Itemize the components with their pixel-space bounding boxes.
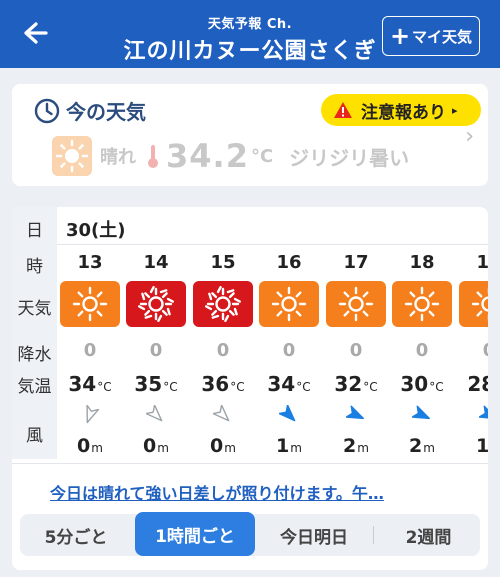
tab-interval[interactable]: 今日明日 <box>258 514 370 556</box>
current-weather-row: 晴れ 34.2 °C ジリジリ暑い <box>52 136 409 176</box>
hour-column: 14 0 35°C 0m <box>123 207 189 459</box>
current-weather-heading: 今の天気 <box>34 96 146 125</box>
hourly-forecast-card: 日 時 天気 降水 気温 風 30(土) 13 0 34°C 0m 14 0 35°C 0m 1… <box>12 207 488 570</box>
sun-icon <box>326 281 386 327</box>
sun-icon <box>459 281 488 327</box>
row-label-wind: 風 <box>26 426 43 446</box>
rain-value: 0 <box>415 340 429 361</box>
hour-label: 16 <box>276 252 302 273</box>
hour-column: 17 0 32°C 2m <box>323 207 389 459</box>
current-temperature-unit: °C <box>250 145 274 167</box>
row-label-column: 日 時 天気 降水 気温 風 <box>12 207 57 459</box>
current-temperature: 34.2 <box>166 137 249 175</box>
wind-speed-value: 2m <box>409 435 435 457</box>
forecast-summary-link[interactable]: 今日は晴れて強い日差しが照り付けます。午… <box>50 480 384 504</box>
wind-speed-value: 1m <box>276 435 302 457</box>
hour-label: 18 <box>409 252 435 273</box>
rain-value: 0 <box>149 340 163 361</box>
my-weather-label: マイ天気 <box>412 27 473 46</box>
sun-hot-icon <box>126 281 186 327</box>
temperature-value: 35°C <box>134 372 178 396</box>
wind-direction-icon <box>412 405 430 420</box>
alert-badge[interactable]: 注意報あり ▸ <box>321 94 481 126</box>
row-label-hour: 時 <box>26 257 43 277</box>
sun-icon <box>392 281 452 327</box>
wind-speed-value: 0m <box>210 435 236 457</box>
plus-icon: + <box>389 22 411 50</box>
wind-direction-icon <box>479 405 488 420</box>
hour-column: 19 0 28°C 1m <box>456 207 488 459</box>
rain-value: 0 <box>282 340 296 361</box>
thermometer-icon <box>148 145 158 168</box>
tab-interval[interactable]: 1時間ごと <box>135 512 255 556</box>
wind-direction-icon <box>146 405 163 422</box>
rain-value: 0 <box>83 340 97 361</box>
current-weather-title: 今の天気 <box>66 100 146 124</box>
wind-speed-value: 1m <box>476 435 488 457</box>
tab-separator <box>373 526 374 544</box>
current-sun-icon <box>52 136 92 176</box>
add-my-weather-button[interactable]: + マイ天気 <box>382 16 480 56</box>
row-label-temp: 気温 <box>17 377 52 397</box>
hour-column: 16 0 34°C 1m <box>256 207 322 459</box>
rain-value: 0 <box>349 340 363 361</box>
sun-icon <box>259 281 319 327</box>
wind-direction-icon <box>279 405 296 422</box>
temperature-value: 28°C <box>467 372 488 396</box>
row-label-rain: 降水 <box>17 345 52 365</box>
hour-column: 15 0 36°C 0m <box>190 207 256 459</box>
warning-icon <box>334 102 352 118</box>
clock-icon <box>34 98 60 123</box>
hour-column: 18 0 30°C 2m <box>389 207 455 459</box>
current-weather-text: 晴れ <box>100 147 136 168</box>
temperature-value: 32°C <box>334 372 378 396</box>
alert-label: 注意報あり <box>361 102 446 123</box>
temperature-value: 34°C <box>267 372 311 396</box>
row-label-weather: 天気 <box>17 299 52 319</box>
app-header: 天気予報 Ch. 江の川カヌー公園さくぎ + マイ天気 <box>0 0 500 68</box>
wind-direction-icon <box>213 405 230 422</box>
current-weather-comment: ジリジリ暑い <box>289 145 410 170</box>
wind-speed-value: 2m <box>343 435 369 457</box>
alert-arrow-icon: ▸ <box>452 103 458 117</box>
temperature-value: 30°C <box>400 372 444 396</box>
temperature-value: 34°C <box>68 372 112 396</box>
hour-label: 19 <box>476 252 488 273</box>
interval-tabs: 5分ごと 1時間ごと 今日明日 2週間 <box>20 512 480 556</box>
temperature-value: 36°C <box>201 372 245 396</box>
hour-column: 13 0 34°C 0m <box>57 207 123 459</box>
tab-interval[interactable]: 5分ごと <box>20 514 132 556</box>
hour-label: 14 <box>143 252 169 273</box>
rain-value: 0 <box>216 340 230 361</box>
hour-label: 13 <box>77 252 103 273</box>
sun-icon <box>60 281 120 327</box>
divider <box>12 463 488 464</box>
chevron-right-icon: › <box>465 124 474 149</box>
tab-interval[interactable]: 2週間 <box>377 514 480 556</box>
rain-value: 0 <box>456 340 488 361</box>
wind-speed-value: 0m <box>77 435 103 457</box>
current-weather-card[interactable]: 今の天気 注意報あり ▸ 晴れ 34.2 °C ジリジリ暑い › <box>12 84 488 186</box>
wind-direction-icon <box>346 405 364 420</box>
hour-label: 17 <box>343 252 369 273</box>
sun-hot-icon <box>193 281 253 327</box>
hour-label: 15 <box>210 252 236 273</box>
wind-direction-icon <box>86 405 100 424</box>
wind-speed-value: 0m <box>143 435 169 457</box>
row-label-day: 日 <box>26 221 43 241</box>
